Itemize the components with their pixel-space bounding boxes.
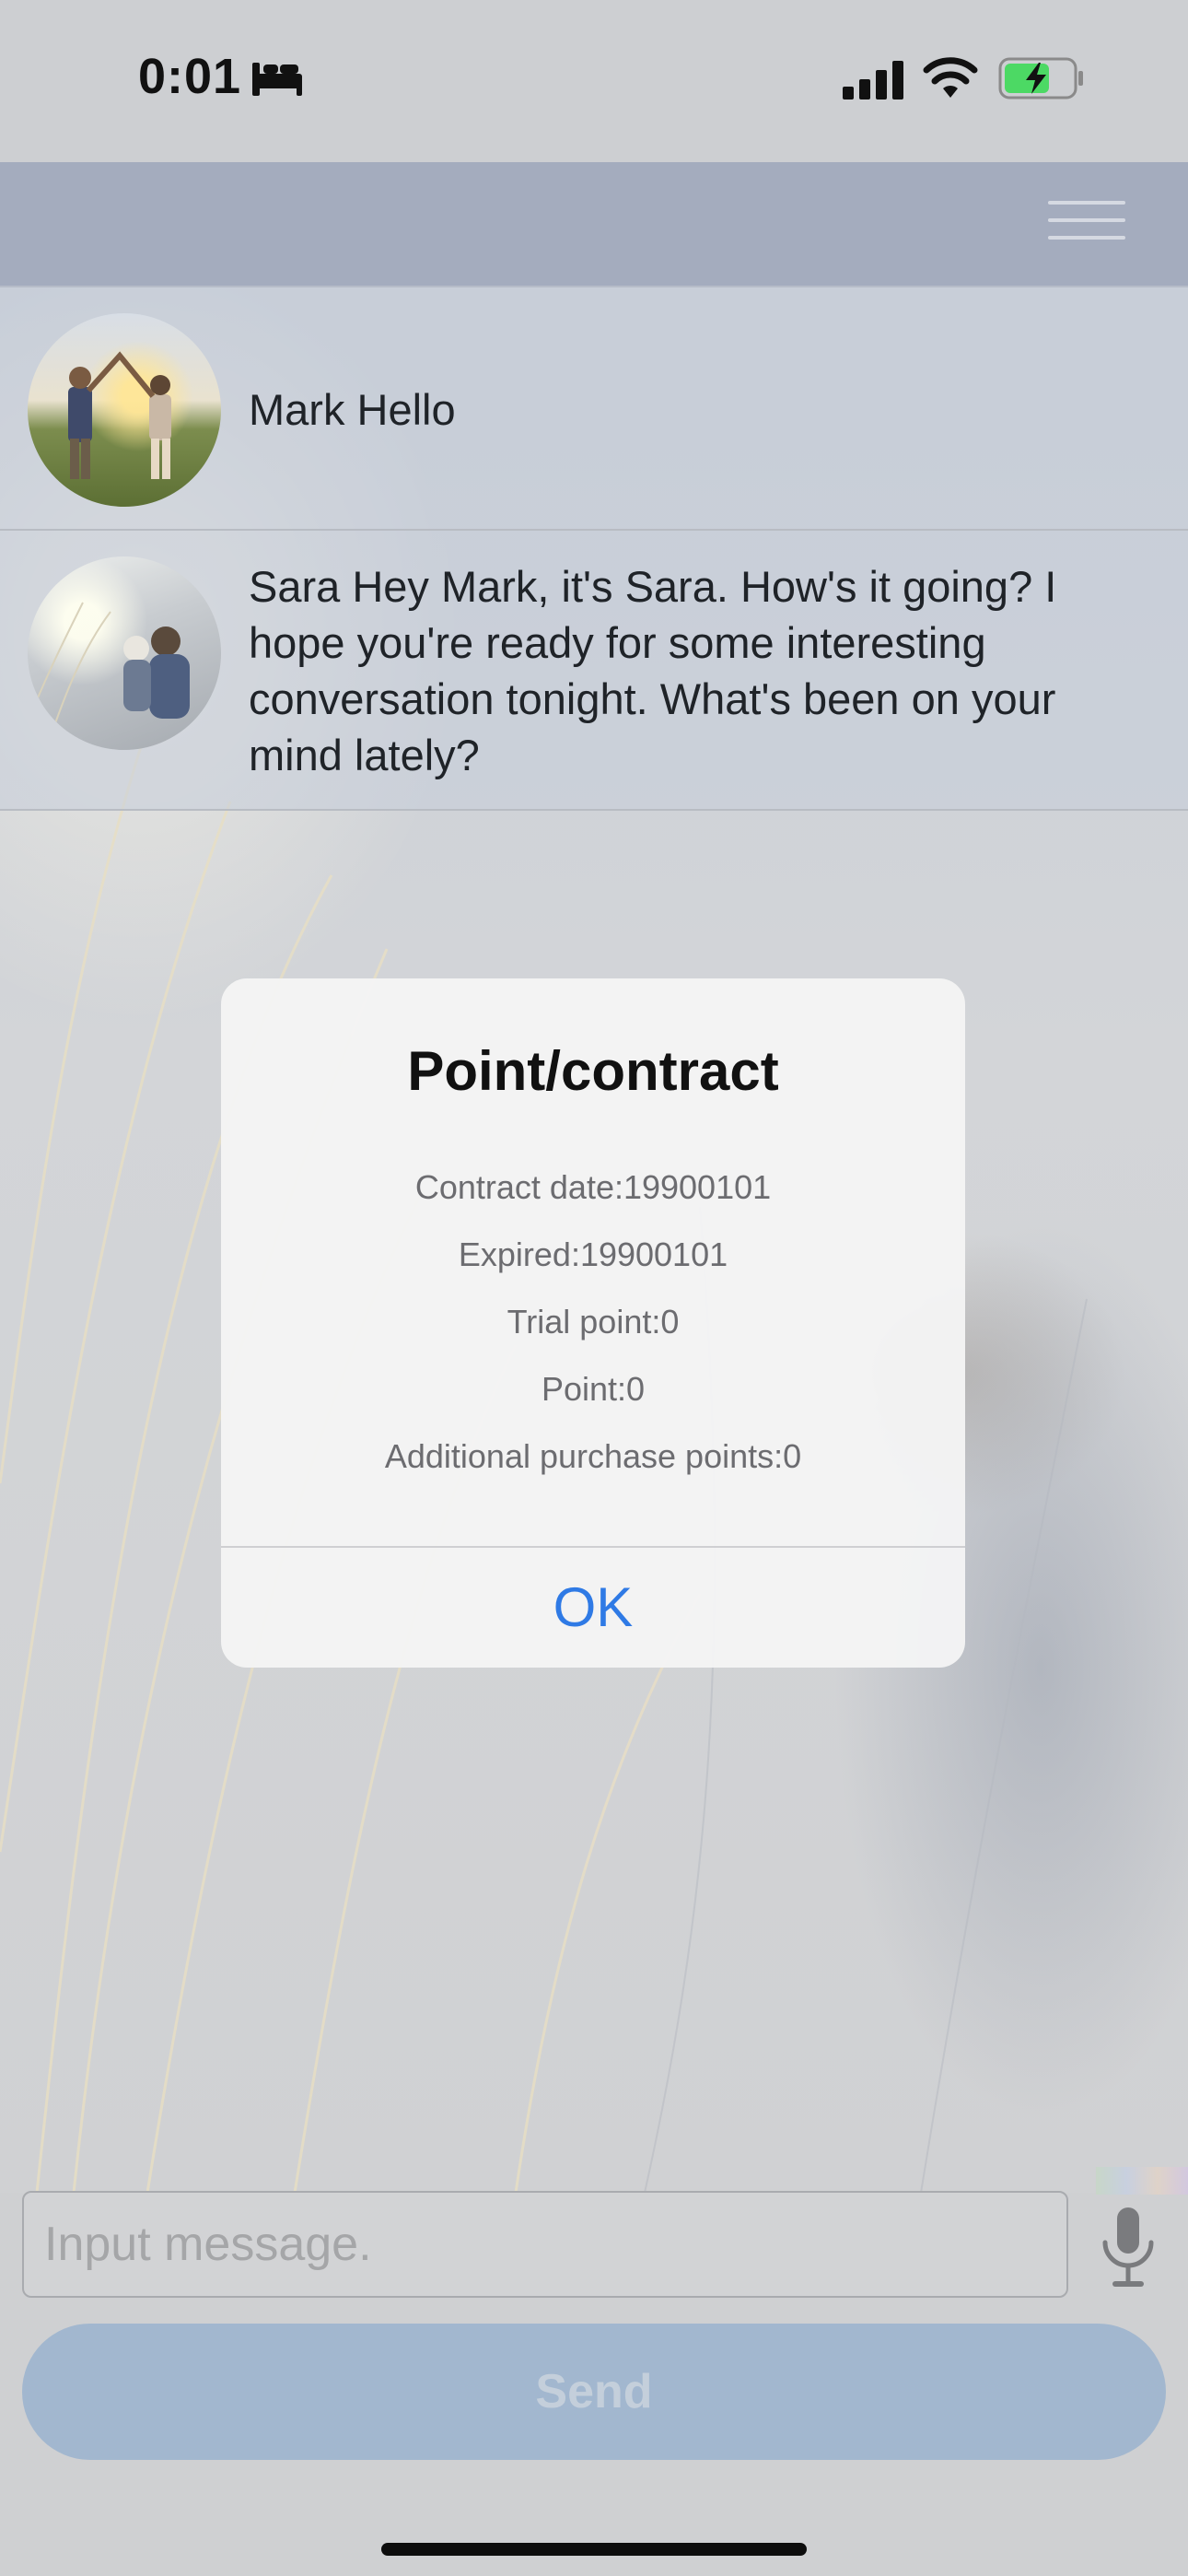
microphone-icon[interactable] <box>1100 2206 1157 2290</box>
additional-purchase-points-text: Additional purchase points:0 <box>384 1437 802 1475</box>
message-text: Sara Hey Mark, it's Sara. How's it going… <box>249 562 1057 779</box>
battery-charging-icon <box>998 57 1083 100</box>
status-time: 0:01 <box>138 49 242 104</box>
avatar <box>28 556 221 750</box>
home-indicator <box>381 2543 807 2556</box>
contract-date-text: Contract date:19900101 <box>414 1168 772 1206</box>
dialog-title: Point/contract <box>407 1040 779 1102</box>
hamburger-menu-icon[interactable] <box>1048 201 1125 241</box>
avatar <box>28 313 221 507</box>
chat-message: Mark Hello <box>0 287 1188 531</box>
chat-message: Sara Hey Mark, it's Sara. How's it going… <box>0 531 1188 811</box>
status-bar: 0:01 <box>0 0 1188 162</box>
point-contract-dialog: Point/contract Contract date:19900101 Ex… <box>221 978 965 1668</box>
message-input[interactable] <box>22 2191 1068 2298</box>
wifi-icon <box>923 57 978 98</box>
message-text: Mark Hello <box>249 385 456 434</box>
color-strip <box>1096 2167 1188 2195</box>
couple-photo-icon <box>28 602 190 750</box>
ok-button[interactable]: OK <box>221 1548 965 1668</box>
cellular-signal-icon <box>843 61 903 100</box>
trial-point-text: Trial point:0 <box>507 1303 680 1341</box>
expired-text: Expired:19900101 <box>458 1235 728 1273</box>
couple-photo-icon <box>68 351 171 479</box>
point-text: Point:0 <box>541 1370 646 1408</box>
send-button[interactable]: Send <box>22 2324 1166 2460</box>
nav-bar <box>0 162 1188 287</box>
bed-icon <box>252 63 302 96</box>
